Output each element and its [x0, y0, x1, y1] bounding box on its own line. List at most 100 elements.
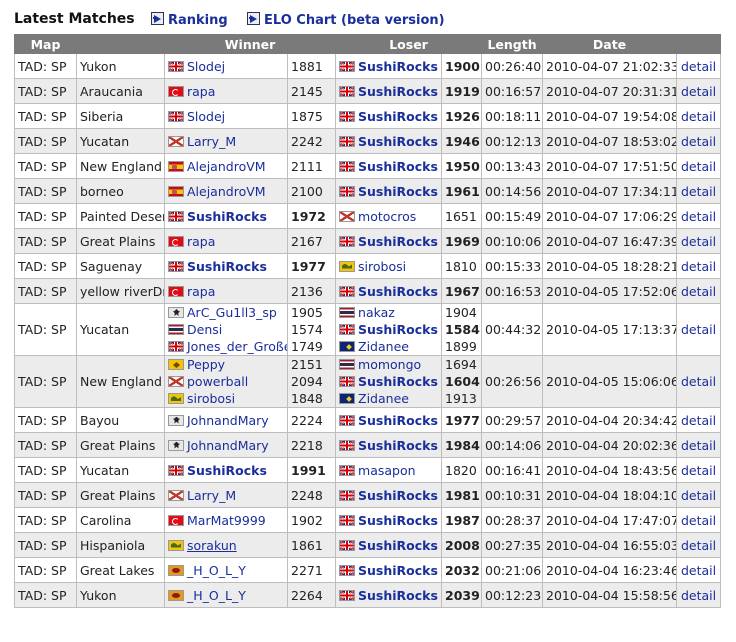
- player-link[interactable]: Zidanee: [358, 339, 409, 354]
- player-link[interactable]: nakaz: [358, 305, 395, 320]
- flag-de-icon: [168, 414, 184, 426]
- player-entry: Slodej: [168, 59, 225, 74]
- player-link[interactable]: AlejandroVM: [187, 159, 266, 174]
- loser-elo: 2032: [441, 557, 483, 583]
- detail-link[interactable]: detail: [681, 538, 716, 553]
- detail-link[interactable]: detail: [681, 374, 716, 389]
- detail-link[interactable]: detail: [681, 438, 716, 453]
- flag-uk-icon: [339, 185, 356, 197]
- match-length: 00:10:06: [481, 228, 544, 254]
- player-link[interactable]: SushiRocks: [358, 59, 438, 74]
- player-link[interactable]: SushiRocks: [358, 488, 438, 503]
- player-entry: SushiRocks: [339, 513, 438, 528]
- winner-elo: 1902: [286, 507, 337, 533]
- flag-th-icon: [339, 307, 356, 318]
- player-link[interactable]: rapa: [187, 84, 215, 99]
- match-length: 00:16:53: [481, 278, 544, 304]
- match-date: 2010-04-07 16:47:39: [542, 228, 678, 254]
- match-length: 00:15:49: [481, 203, 544, 229]
- detail-link[interactable]: detail: [681, 234, 716, 249]
- player-link[interactable]: SushiRocks: [358, 109, 438, 124]
- detail-link[interactable]: detail: [681, 184, 716, 199]
- player-link[interactable]: SushiRocks: [187, 209, 267, 224]
- player-link[interactable]: _H_O_L_Y: [187, 588, 246, 603]
- player-link[interactable]: SushiRocks: [358, 84, 438, 99]
- col-header-map: Map: [14, 34, 77, 54]
- player-entry: _H_O_L_Y: [168, 563, 246, 578]
- player-entry: SushiRocks: [339, 588, 438, 603]
- player-link[interactable]: SushiRocks: [358, 438, 438, 453]
- player-link[interactable]: SushiRocks: [358, 563, 438, 578]
- match-type: TAD: SP: [14, 253, 77, 279]
- player-entry: SushiRocks: [339, 284, 438, 299]
- player-link[interactable]: Larry_M: [187, 134, 236, 149]
- col-header-length: Length: [481, 34, 544, 54]
- player-link[interactable]: MarMat9999: [187, 513, 266, 528]
- player-link[interactable]: SushiRocks: [358, 374, 438, 389]
- player-link[interactable]: JohnandMary: [187, 413, 269, 428]
- match-length: 00:18:11: [481, 103, 544, 129]
- player-link[interactable]: SushiRocks: [358, 284, 438, 299]
- detail-link[interactable]: detail: [681, 488, 716, 503]
- detail-link[interactable]: detail: [681, 513, 716, 528]
- player-link[interactable]: Larry_M: [187, 488, 236, 503]
- player-link[interactable]: SushiRocks: [358, 538, 438, 553]
- detail-link[interactable]: detail: [681, 109, 716, 124]
- player-link[interactable]: Zidanee: [358, 391, 409, 406]
- winner-elo: 2264: [286, 582, 337, 608]
- flag-tr-icon: [168, 285, 184, 297]
- detail-link[interactable]: detail: [681, 413, 716, 428]
- player-link[interactable]: Densi: [187, 322, 222, 337]
- player-link[interactable]: SushiRocks: [358, 322, 438, 337]
- detail-link[interactable]: detail: [681, 159, 716, 174]
- loser-elo: 1904: [445, 305, 477, 320]
- detail-link[interactable]: detail: [681, 259, 716, 274]
- player-link[interactable]: SushiRocks: [358, 588, 438, 603]
- player-link[interactable]: JohnandMary: [187, 438, 269, 453]
- detail-link[interactable]: detail: [681, 84, 716, 99]
- player-link[interactable]: rapa: [187, 284, 215, 299]
- player-link[interactable]: SushiRocks: [358, 184, 438, 199]
- player-link[interactable]: sirobosi: [358, 259, 406, 274]
- player-link[interactable]: Jones_der_Große: [187, 339, 287, 354]
- player-link[interactable]: momongo: [358, 357, 421, 372]
- player-link[interactable]: _H_O_L_Y: [187, 563, 246, 578]
- player-link[interactable]: SushiRocks: [358, 413, 438, 428]
- detail-link[interactable]: detail: [681, 134, 716, 149]
- page-title: Latest Matches: [14, 11, 135, 27]
- player-link[interactable]: AlejandroVM: [187, 184, 266, 199]
- player-link[interactable]: masapon: [358, 463, 416, 478]
- player-entry: SushiRocks: [168, 209, 267, 224]
- detail-link[interactable]: detail: [681, 588, 716, 603]
- player-link[interactable]: SushiRocks: [187, 463, 267, 478]
- player-link[interactable]: Slodej: [187, 109, 225, 124]
- player-link[interactable]: Peppy: [187, 357, 225, 372]
- player-link[interactable]: sirobosi: [187, 391, 235, 406]
- match-length: 00:16:41: [481, 457, 544, 483]
- detail-link[interactable]: detail: [681, 563, 716, 578]
- player-link[interactable]: Slodej: [187, 59, 225, 74]
- player-link[interactable]: SushiRocks: [187, 259, 267, 274]
- player-link[interactable]: powerball: [187, 374, 248, 389]
- player-link[interactable]: SushiRocks: [358, 159, 438, 174]
- player-link[interactable]: SushiRocks: [358, 134, 438, 149]
- detail-link[interactable]: detail: [681, 322, 716, 337]
- winner-elo: 2224: [286, 407, 337, 433]
- player-link[interactable]: sorakun: [187, 538, 237, 553]
- ranking-link[interactable]: Ranking: [151, 12, 228, 28]
- detail-link[interactable]: detail: [681, 59, 716, 74]
- player-link[interactable]: motocros: [358, 209, 416, 224]
- player-entry: SushiRocks: [339, 563, 438, 578]
- player-link[interactable]: SushiRocks: [358, 234, 438, 249]
- match-type: TAD: SP: [14, 78, 77, 104]
- player-link[interactable]: ArC_Gu1ll3_sp: [187, 305, 277, 320]
- detail-link[interactable]: detail: [681, 463, 716, 478]
- map-name: Saguenay: [76, 253, 165, 279]
- elo-chart-link[interactable]: ELO Chart (beta version): [247, 12, 445, 28]
- flag-au-icon: [339, 393, 356, 404]
- detail-link[interactable]: detail: [681, 284, 716, 299]
- detail-link[interactable]: detail: [681, 209, 716, 224]
- player-link[interactable]: SushiRocks: [358, 513, 438, 528]
- player-link[interactable]: rapa: [187, 234, 215, 249]
- flag-uk-icon: [339, 235, 356, 247]
